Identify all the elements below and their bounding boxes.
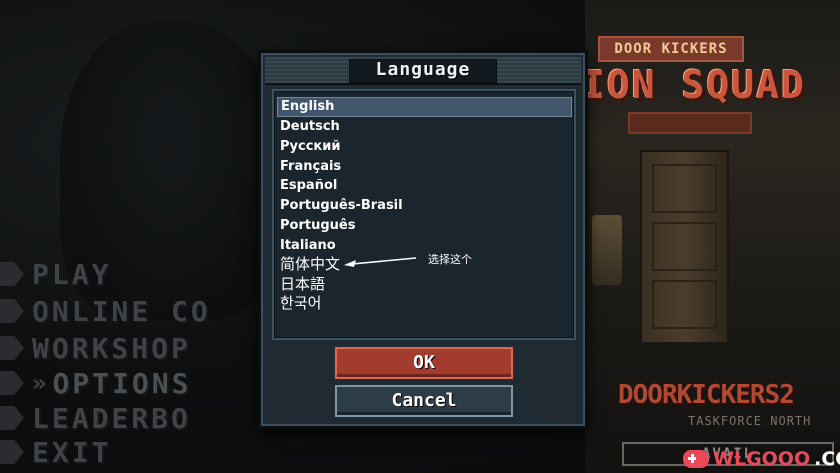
gamepad-icon bbox=[683, 450, 709, 468]
menu-bullet-icon bbox=[0, 406, 24, 430]
menu-bullet-icon bbox=[0, 262, 24, 286]
dk2-logo-subtitle: TASKFORCE NORTH bbox=[688, 414, 812, 428]
menu-item-leaderboards[interactable]: LEADERBO bbox=[0, 401, 191, 435]
ok-button[interactable]: OK bbox=[335, 347, 513, 379]
dialog-title: Language bbox=[375, 59, 471, 80]
logo-action-squad: ION SQUAD bbox=[582, 63, 806, 107]
language-option-deutsch[interactable]: Deutsch bbox=[277, 117, 570, 136]
dk2-logo-title: DOORKICKERS2 bbox=[618, 380, 795, 410]
menu-item-label: WORKSHOP bbox=[32, 331, 191, 365]
language-option-simplified-chinese[interactable]: 简体中文 bbox=[277, 255, 570, 274]
language-list[interactable]: English Deutsch Русский Français Español… bbox=[272, 89, 576, 340]
logo-door-kickers: DOOR KICKERS bbox=[598, 36, 744, 62]
dialog-title-bar: Language bbox=[265, 57, 581, 85]
language-option-japanese[interactable]: 日本語 bbox=[277, 275, 570, 294]
watermark-prefix: WLGOOO bbox=[713, 448, 811, 470]
menu-item-label: OPTIONS bbox=[52, 366, 192, 400]
language-option-russian[interactable]: Русский bbox=[277, 137, 570, 156]
language-option-english[interactable]: English bbox=[277, 97, 572, 117]
site-watermark: WLGOOO.COM bbox=[683, 448, 840, 470]
menu-bullet-icon bbox=[0, 440, 24, 464]
menu-item-workshop[interactable]: WORKSHOP bbox=[0, 331, 191, 365]
menu-item-online-coop[interactable]: ONLINE CO bbox=[0, 294, 211, 328]
door-graphic bbox=[640, 150, 729, 344]
annotation-label: 选择这个 bbox=[428, 253, 472, 266]
language-dialog: Language English Deutsch Русский Françai… bbox=[258, 50, 588, 429]
menu-bullet-icon bbox=[0, 299, 24, 323]
language-option-korean[interactable]: 한국어 bbox=[277, 294, 570, 313]
language-option-french[interactable]: Français bbox=[277, 157, 570, 176]
menu-item-label: ONLINE CO bbox=[32, 294, 211, 328]
menu-item-exit[interactable]: EXIT bbox=[0, 435, 112, 469]
language-option-portuguese[interactable]: Português bbox=[277, 216, 570, 235]
menu-bullet-icon bbox=[0, 336, 24, 360]
menu-item-play[interactable]: PLAY bbox=[0, 257, 112, 291]
language-option-portuguese-brasil[interactable]: Português-Brasil bbox=[277, 196, 570, 215]
language-option-spanish[interactable]: Español bbox=[277, 176, 570, 195]
menu-item-label: PLAY bbox=[32, 257, 112, 291]
door-panel bbox=[652, 280, 717, 329]
language-option-italian[interactable]: Italiano bbox=[277, 236, 570, 255]
menu-item-label: EXIT bbox=[32, 435, 112, 469]
lamp-graphic bbox=[592, 215, 622, 285]
door-panel bbox=[652, 222, 717, 271]
watermark-suffix: .COM bbox=[814, 448, 840, 470]
door-panel bbox=[652, 164, 717, 213]
menu-item-label: LEADERBO bbox=[32, 401, 191, 435]
annotation-arrow-icon bbox=[344, 257, 416, 267]
menu-bullet-icon bbox=[0, 371, 24, 395]
logo-plate bbox=[628, 112, 752, 134]
cancel-button[interactable]: Cancel bbox=[335, 385, 513, 417]
double-chevron-right-icon: » bbox=[32, 369, 47, 397]
menu-item-options[interactable]: » OPTIONS bbox=[0, 366, 192, 400]
